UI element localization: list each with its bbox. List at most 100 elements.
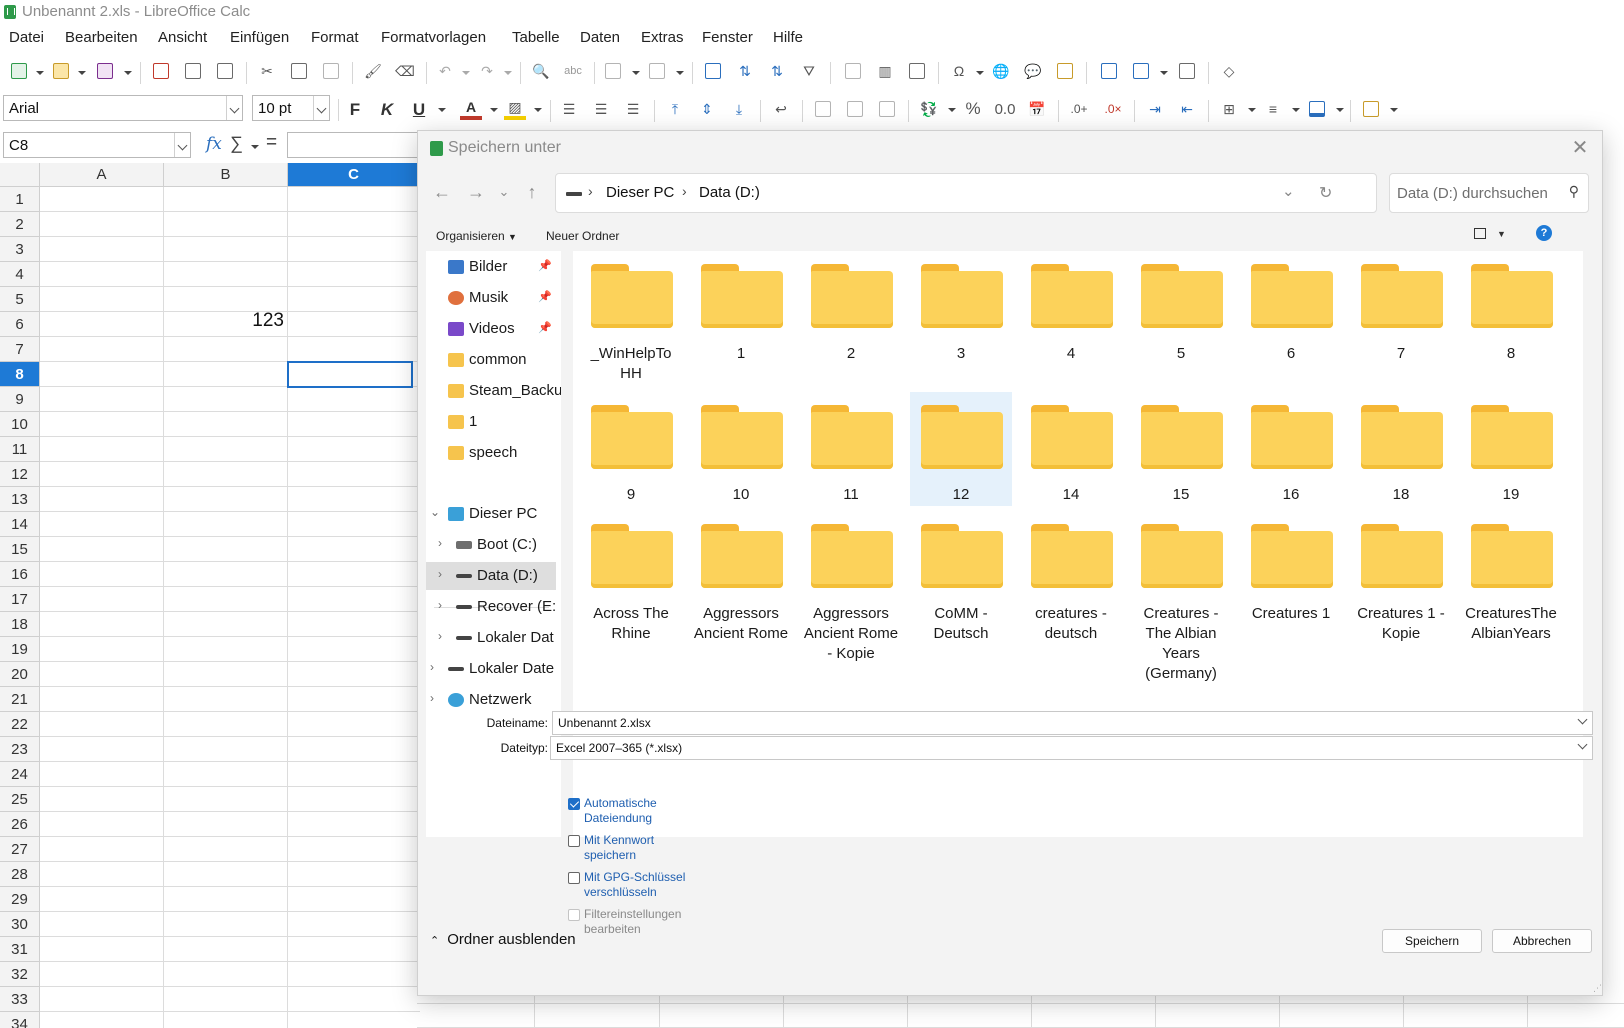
- percent-format-icon[interactable]: %: [962, 98, 984, 120]
- freeze-dropdown-icon[interactable]: [1160, 71, 1168, 75]
- filetype-select[interactable]: Excel 2007–365 (*.xlsx): [550, 736, 1593, 760]
- export-pdf-icon[interactable]: [150, 60, 172, 82]
- highlight-color-icon[interactable]: ▨: [504, 98, 526, 120]
- row-header-21[interactable]: 21: [0, 687, 40, 712]
- row-header-23[interactable]: 23: [0, 737, 40, 762]
- row-header-18[interactable]: 18: [0, 612, 40, 637]
- chevron-right-icon[interactable]: ›: [682, 183, 687, 199]
- row-header-2[interactable]: 2: [0, 212, 40, 237]
- function-wizard-icon[interactable]: fx: [206, 134, 222, 154]
- nav-item-musik[interactable]: Musik 📌: [426, 284, 556, 312]
- merge-center-icon[interactable]: [812, 98, 834, 120]
- folder-item[interactable]: 9: [580, 392, 682, 506]
- folder-item[interactable]: Creatures 1: [1240, 511, 1342, 661]
- row-header-8[interactable]: 8: [0, 362, 40, 387]
- nav-item-bilder[interactable]: Bilder 📌: [426, 253, 556, 281]
- undo-icon[interactable]: ↶: [434, 60, 456, 82]
- address-bar[interactable]: › Dieser PC › Data (D:) ⌄ ↻: [555, 173, 1377, 213]
- new-document-icon[interactable]: [8, 60, 30, 82]
- nav-item-dieser-pc[interactable]: ⌄ Dieser PC: [426, 500, 556, 528]
- gpg-checkbox[interactable]: [568, 872, 580, 884]
- chevron-down-icon[interactable]: [1577, 714, 1588, 725]
- conditional-format-icon[interactable]: [1360, 98, 1382, 120]
- currency-format-icon[interactable]: 💱: [918, 98, 940, 120]
- gpg-label[interactable]: Mit GPG-Schlüssel verschlüsseln: [584, 870, 689, 900]
- row-dropdown-icon[interactable]: [632, 71, 640, 75]
- align-center-icon[interactable]: ☰: [590, 98, 612, 120]
- row-header-4[interactable]: 4: [0, 262, 40, 287]
- address-dropdown-icon[interactable]: ⌄: [1282, 182, 1295, 200]
- underline-button[interactable]: U: [407, 98, 431, 122]
- chevron-right-icon[interactable]: ›: [588, 183, 593, 199]
- folder-item[interactable]: 12: [910, 392, 1012, 506]
- resize-grip-icon[interactable]: ⋰: [1593, 983, 1602, 994]
- row-header-3[interactable]: 3: [0, 237, 40, 262]
- freeze-rows-columns-icon[interactable]: [1130, 60, 1152, 82]
- chevron-right-icon[interactable]: ›: [438, 567, 442, 581]
- menu-fenster[interactable]: Fenster: [702, 29, 753, 46]
- row-header-26[interactable]: 26: [0, 812, 40, 837]
- auto-extension-checkbox[interactable]: [568, 798, 580, 810]
- new-folder-button[interactable]: Neuer Ordner: [546, 229, 619, 243]
- chevron-down-icon[interactable]: ⌄: [430, 505, 440, 519]
- row-header-22[interactable]: 22: [0, 712, 40, 737]
- folder-item[interactable]: 6: [1240, 251, 1342, 375]
- borders-icon[interactable]: ⊞: [1218, 98, 1240, 120]
- folder-item[interactable]: 19: [1460, 392, 1562, 506]
- breadcrumb-data-d[interactable]: Data (D:): [699, 184, 760, 201]
- font-color-dropdown-icon[interactable]: [490, 108, 498, 112]
- row-header-6[interactable]: 6: [0, 312, 40, 337]
- add-decimal-icon[interactable]: .0+: [1068, 98, 1090, 120]
- menu-bearbeiten[interactable]: Bearbeiten: [65, 29, 138, 46]
- refresh-icon[interactable]: ↻: [1319, 183, 1332, 203]
- row-header-15[interactable]: 15: [0, 537, 40, 562]
- folder-item[interactable]: 5: [1130, 251, 1232, 375]
- italic-button[interactable]: K: [375, 98, 399, 122]
- border-style-icon[interactable]: ≡: [1262, 98, 1284, 120]
- breadcrumb-dieser-pc[interactable]: Dieser PC: [606, 184, 674, 201]
- font-name-combo[interactable]: Arial: [3, 95, 243, 121]
- nav-item-netzwerk[interactable]: › Netzwerk: [426, 686, 556, 714]
- sort-ascending-icon[interactable]: ⇅: [734, 60, 756, 82]
- highlight-dropdown-icon[interactable]: [534, 108, 542, 112]
- row-header-34[interactable]: 34: [0, 1012, 40, 1028]
- column-header-c[interactable]: C: [288, 163, 420, 187]
- nav-item-videos[interactable]: Videos 📌: [426, 315, 556, 343]
- close-icon[interactable]: ✕: [1568, 136, 1592, 160]
- select-all-corner[interactable]: [0, 163, 40, 187]
- password-label[interactable]: Mit Kennwort speichern: [584, 833, 664, 863]
- align-middle-icon[interactable]: ⇕: [696, 98, 718, 120]
- pivot-table-icon[interactable]: [906, 60, 928, 82]
- column-icon[interactable]: [646, 60, 668, 82]
- row-header-32[interactable]: 32: [0, 962, 40, 987]
- folder-item[interactable]: 15: [1130, 392, 1232, 506]
- font-size-combo[interactable]: 10 pt: [252, 95, 330, 121]
- name-box[interactable]: C8: [3, 132, 191, 158]
- save-dropdown-icon[interactable]: [124, 71, 132, 75]
- up-icon[interactable]: ↑: [518, 178, 546, 206]
- cell-cursor-c8[interactable]: [287, 361, 413, 388]
- folder-item[interactable]: 10: [690, 392, 792, 506]
- row-header-16[interactable]: 16: [0, 562, 40, 587]
- sum-icon[interactable]: ∑: [230, 133, 243, 154]
- bold-button[interactable]: F: [343, 98, 367, 122]
- find-replace-icon[interactable]: 🔍: [530, 60, 552, 82]
- border-style-dropdown-icon[interactable]: [1292, 108, 1300, 112]
- hyperlink-icon[interactable]: 🌐: [990, 60, 1012, 82]
- pin-icon[interactable]: 📌: [538, 321, 552, 334]
- save-icon[interactable]: [94, 60, 116, 82]
- nav-item-steam-backup[interactable]: Steam_Backu: [426, 377, 561, 405]
- headers-footers-icon[interactable]: [1054, 60, 1076, 82]
- row-header-14[interactable]: 14: [0, 512, 40, 537]
- open-dropdown-icon[interactable]: [78, 71, 86, 75]
- filename-field[interactable]: Unbenannt 2.xlsx: [552, 711, 1593, 735]
- folder-item[interactable]: creatures - deutsch: [1020, 511, 1122, 661]
- formula-icon[interactable]: =: [266, 132, 277, 154]
- date-format-icon[interactable]: 📅: [1026, 98, 1048, 120]
- pin-icon[interactable]: 📌: [538, 259, 552, 272]
- folder-item[interactable]: Creatures - The Albian Years (Germany): [1130, 511, 1232, 682]
- search-box[interactable]: Data (D:) durchsuchen ⚲: [1389, 173, 1589, 213]
- align-right-icon[interactable]: ☰: [622, 98, 644, 120]
- currency-dropdown-icon[interactable]: [948, 108, 956, 112]
- border-color-dropdown-icon[interactable]: [1336, 108, 1344, 112]
